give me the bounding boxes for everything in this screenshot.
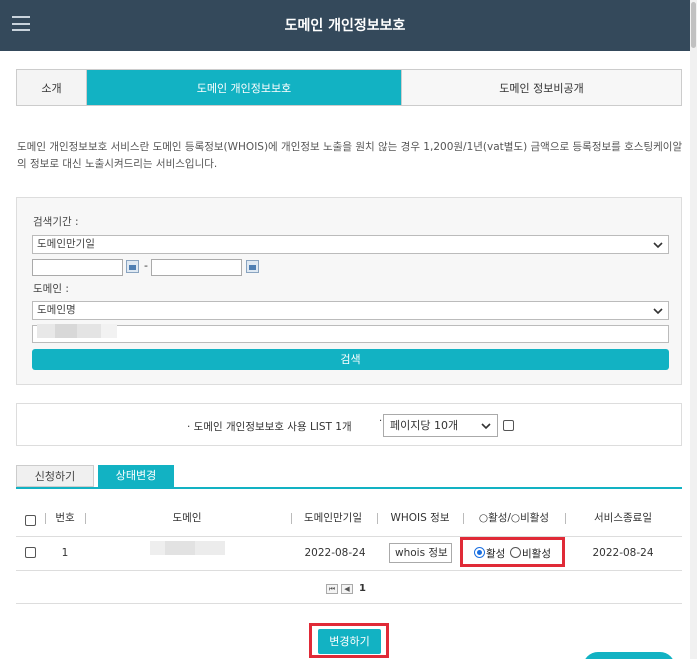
page-size-value: 페이지당 10개 — [390, 419, 459, 432]
radio-active[interactable] — [474, 547, 485, 558]
search-panel: 검색기간 : 도메인만기일 - 도메인 : 도메인명 검색 — [16, 197, 682, 385]
section-divider — [16, 603, 682, 604]
calendar-icon[interactable] — [246, 260, 259, 273]
period-label: 검색기간 : — [33, 216, 79, 228]
tab-status-change[interactable]: 상태변경 — [98, 465, 174, 487]
row-end-date: 2022-08-24 — [592, 547, 654, 559]
pagination: ⏮ ◀ 1 — [326, 583, 366, 594]
blurred-text — [37, 324, 117, 338]
domain-select-value: 도메인명 — [37, 304, 76, 316]
row-expire-date: 2022-08-24 — [304, 547, 366, 559]
chevron-down-icon — [481, 423, 491, 430]
first-page-icon[interactable]: ⏮ — [326, 583, 338, 594]
calendar-icon[interactable] — [126, 260, 139, 273]
domain-select[interactable]: 도메인명 — [32, 301, 669, 320]
period-select-value: 도메인만기일 — [37, 238, 95, 250]
page-size-select[interactable]: 페이지당 10개 — [383, 414, 498, 437]
row-checkbox[interactable] — [25, 547, 36, 558]
col-domain: 도메인 — [172, 512, 202, 524]
whois-info-button[interactable]: whois 정보 — [389, 543, 452, 563]
row-domain-blurred — [150, 541, 225, 555]
search-button[interactable]: 검색 — [32, 349, 669, 370]
col-active-toggle: ○활성/○비활성 — [478, 512, 550, 524]
list-bullet: · — [379, 416, 383, 427]
domain-search-input[interactable] — [32, 324, 669, 343]
sub-tab-underline — [16, 487, 682, 489]
radio-inactive-label: 비활성 — [522, 548, 551, 560]
list-checkbox[interactable] — [503, 420, 514, 431]
change-button[interactable]: 변경하기 — [318, 629, 381, 654]
floating-button[interactable] — [583, 652, 675, 659]
column-divider — [291, 513, 292, 524]
column-divider — [45, 513, 46, 524]
radio-inactive[interactable] — [510, 547, 521, 558]
column-divider — [377, 513, 378, 524]
chevron-down-icon — [653, 308, 663, 315]
col-expire: 도메인만기일 — [304, 512, 362, 524]
col-whois: WHOIS 정보 — [390, 512, 450, 524]
app-header: 도메인 개인정보보호 — [0, 0, 690, 51]
domain-label: 도메인 : — [33, 283, 69, 295]
tab-intro[interactable]: 소개 — [17, 70, 87, 105]
prev-page-icon[interactable]: ◀ — [341, 583, 353, 594]
row-number: 1 — [61, 547, 69, 559]
chevron-down-icon — [653, 242, 663, 249]
row-divider — [16, 570, 682, 571]
select-all-checkbox[interactable] — [25, 515, 36, 526]
service-description: 도메인 개인정보보호 서비스란 도메인 등록정보(WHOIS)에 개인정보 노출… — [17, 141, 683, 170]
column-divider — [463, 513, 464, 524]
tab-info-hidden[interactable]: 도메인 정보비공개 — [401, 70, 681, 105]
sub-tabs: 신청하기 상태변경 — [16, 465, 174, 487]
col-number: 번호 — [55, 512, 75, 524]
tab-apply[interactable]: 신청하기 — [16, 465, 94, 487]
list-title: · 도메인 개인정보보호 사용 LIST 1개 — [187, 421, 352, 433]
row-divider — [16, 536, 682, 537]
current-page[interactable]: 1 — [359, 583, 366, 594]
date-separator: - — [144, 259, 148, 272]
tab-privacy[interactable]: 도메인 개인정보보호 — [87, 70, 401, 105]
column-divider — [565, 513, 566, 524]
radio-active-label: 활성 — [486, 548, 506, 560]
period-select[interactable]: 도메인만기일 — [32, 235, 669, 254]
scrollbar-thumb[interactable] — [691, 2, 696, 48]
scrollbar[interactable] — [690, 0, 697, 659]
list-bar: · 도메인 개인정보보호 사용 LIST 1개 · 페이지당 10개 — [16, 403, 682, 446]
end-date-input[interactable] — [151, 259, 242, 276]
main-tabs: 소개 도메인 개인정보보호 도메인 정보비공개 — [16, 69, 682, 106]
page-title: 도메인 개인정보보호 — [284, 18, 406, 34]
start-date-input[interactable] — [32, 259, 123, 276]
column-divider — [85, 513, 86, 524]
col-end-date: 서비스종료일 — [594, 512, 652, 524]
